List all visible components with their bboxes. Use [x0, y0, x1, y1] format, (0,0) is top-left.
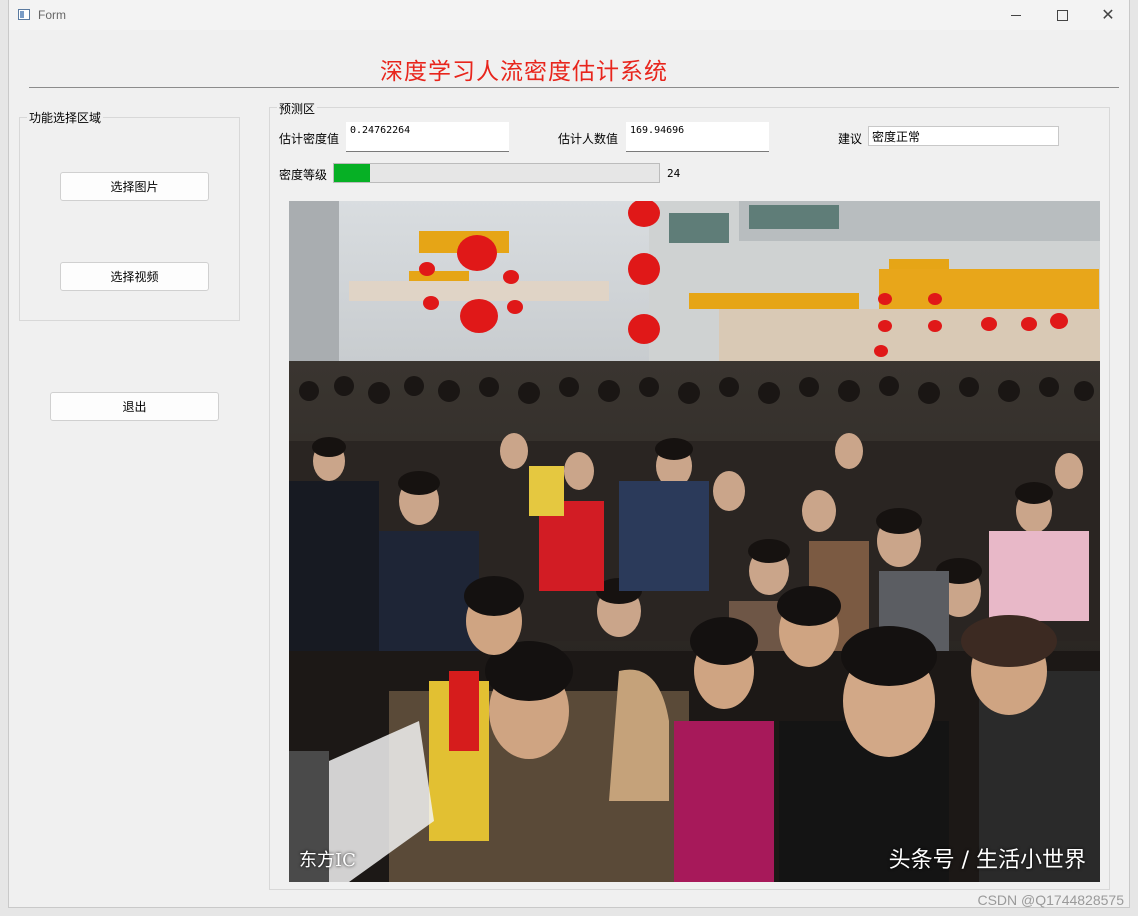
window-title: Form	[38, 8, 66, 22]
minimize-icon	[1011, 14, 1021, 16]
app-window: Form ✕ 深度学习人流密度估计系统 功能选择区域 选择图片 选择视频 退出 …	[8, 0, 1130, 908]
crowd-image: 东方IC 头条号 / 生活小世界	[289, 201, 1100, 882]
function-group-label: 功能选择区域	[27, 109, 104, 126]
photo-watermark: 头条号 / 生活小世界	[888, 848, 1086, 873]
level-value-text: 24	[667, 167, 681, 180]
photo-logo-mark: 东方IC	[299, 850, 356, 871]
csdn-credit: CSDN @Q1744828575	[977, 892, 1124, 908]
progress-fill	[334, 164, 370, 182]
exit-button[interactable]: 退出	[50, 392, 219, 421]
count-label: 估计人数值	[558, 132, 619, 146]
minimize-button[interactable]	[993, 0, 1039, 30]
count-value-field[interactable]: 169.94696	[626, 122, 769, 152]
select-video-button[interactable]: 选择视频	[60, 262, 209, 291]
close-icon: ✕	[1101, 5, 1115, 24]
density-label: 估计密度值	[279, 132, 340, 146]
density-level-progress	[333, 163, 660, 183]
select-image-button[interactable]: 选择图片	[60, 172, 209, 201]
maximize-icon	[1056, 9, 1068, 21]
page-title: 深度学习人流密度估计系统	[380, 59, 668, 85]
close-button[interactable]: ✕	[1085, 0, 1131, 30]
density-value-field[interactable]: 0.24762264	[346, 122, 509, 152]
prediction-group-label: 预测区	[277, 100, 318, 117]
advice-label: 建议	[838, 132, 863, 146]
title-bar: Form ✕	[9, 0, 1129, 30]
level-label: 密度等级	[279, 168, 328, 182]
advice-value-field[interactable]: 密度正常	[868, 126, 1059, 146]
crowd-illustration	[289, 201, 1100, 882]
maximize-button[interactable]	[1039, 0, 1085, 30]
app-icon	[18, 9, 30, 20]
title-divider	[29, 87, 1119, 88]
